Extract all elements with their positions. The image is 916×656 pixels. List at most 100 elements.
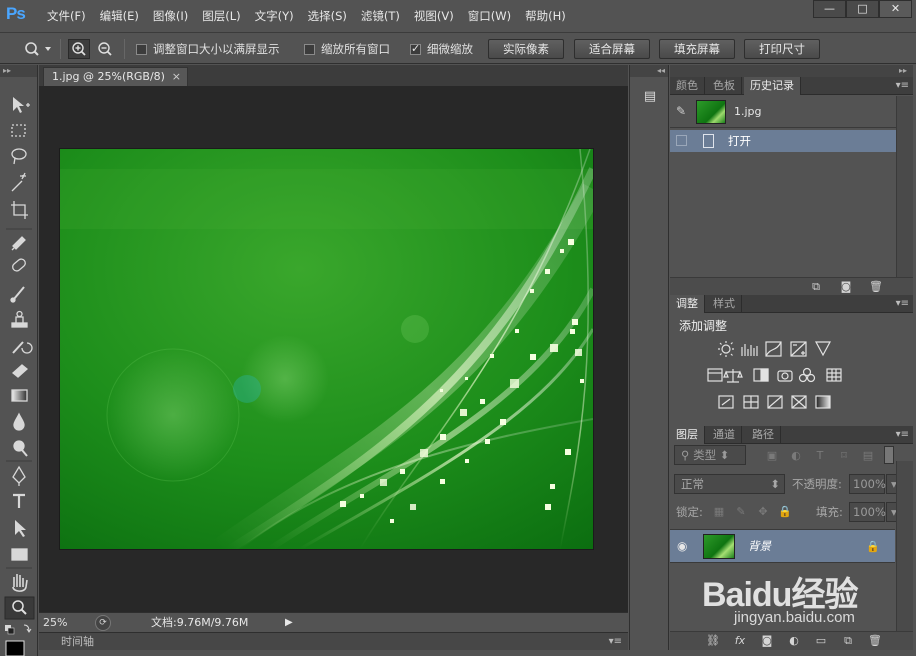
checkbox-box[interactable] [136,43,147,55]
filter-type-icon[interactable]: T [813,449,827,463]
lasso-tool[interactable] [5,146,33,170]
tab-swatches[interactable]: 色板 [707,77,742,95]
new-group-icon[interactable]: ▭ [813,633,829,649]
checkbox-box-checked[interactable] [410,42,421,55]
history-snapshot[interactable]: ✎ 1.jpg [670,96,896,128]
panel-menu-icon[interactable]: ▾≡ [896,77,909,95]
gradient-tool[interactable] [5,384,33,408]
history-scrollbar[interactable] [896,96,913,278]
checkbox-box[interactable] [304,43,315,55]
tool-preset-picker[interactable] [22,39,54,59]
panel-menu-icon[interactable]: ▾≡ [896,295,909,313]
rectangle-tool[interactable] [5,543,33,567]
minimize-button[interactable]: — [813,0,846,18]
new-adjustment-layer-icon[interactable]: ◐ [786,633,802,649]
menu-select[interactable]: 选择(S) [301,0,354,32]
delete-state-icon[interactable]: 🗑 [868,279,884,295]
filter-pixel-icon[interactable]: ▣ [765,449,779,463]
clone-stamp-tool[interactable] [5,311,33,335]
history-step-open[interactable]: 打开 [670,130,896,152]
magic-wand-tool[interactable] [5,173,33,197]
lock-transparent-icon[interactable]: ▦ [712,505,726,519]
scrubby-zoom-checkbox[interactable]: 细微缩放 [410,41,473,57]
zoom-in-mode-button[interactable] [68,39,90,59]
new-layer-icon[interactable]: ⧉ [840,633,856,649]
filter-toggle-switch[interactable] [884,446,894,464]
filter-smart-object-icon[interactable]: ▤ [861,449,875,463]
filter-shape-icon[interactable]: ⌑ [837,449,851,463]
zoom-tool[interactable] [5,597,33,621]
dodge-tool[interactable] [5,436,33,460]
eyedropper-tool[interactable] [5,234,33,258]
lock-position-icon[interactable]: ✥ [756,505,770,519]
layers-footer: ⛓ fx ◙ ◐ ▭ ⧉ 🗑 [670,631,913,650]
document-tab[interactable]: 1.jpg @ 25%(RGB/8) × [43,67,188,86]
history-brush-source-icon[interactable]: ✎ [676,104,686,118]
menu-layer[interactable]: 图层(L) [195,0,247,32]
layers-scrollbar[interactable] [896,461,913,631]
new-snapshot-icon[interactable]: ◙ [838,279,854,295]
layer-name[interactable]: 背景 [748,530,771,563]
panel-dock-handle[interactable]: ▸▸ [670,65,913,77]
type-tool[interactable] [5,490,33,514]
crop-tool[interactable] [5,199,33,223]
link-layers-icon[interactable]: ⛓ [705,633,721,649]
menu-image[interactable]: 图像(I) [146,0,195,32]
actual-pixels-button[interactable]: 实际像素 [488,39,564,59]
menu-view[interactable]: 视图(V) [407,0,461,32]
pen-tool[interactable] [5,466,33,490]
menu-edit[interactable]: 编辑(E) [93,0,146,32]
menu-file[interactable]: 文件(F) [40,0,93,32]
add-mask-icon[interactable]: ◙ [759,633,775,649]
channel-mixer-icon [798,367,816,383]
zoom-level-field[interactable]: 25% [43,615,89,631]
history-brush-tool[interactable] [5,338,33,362]
zoom-out-mode-button[interactable] [94,39,116,59]
timeline-tab[interactable]: 时间轴 [61,633,94,651]
healing-brush-tool[interactable] [5,259,33,283]
opacity-input[interactable]: 100% [849,474,886,494]
new-document-from-state-icon[interactable]: ⧉ [808,279,824,295]
close-tab-icon[interactable]: × [172,68,181,86]
menu-help[interactable]: 帮助(H) [518,0,573,32]
fill-input[interactable]: 100% [849,502,886,522]
menu-type[interactable]: 文字(Y) [248,0,301,32]
canvas-area[interactable] [39,86,628,612]
panel-dock-icon[interactable]: ▤ [640,89,660,109]
status-menu-arrow-icon[interactable]: ▶ [285,615,297,631]
layer-row-background[interactable]: ◉ 背景 🔒 [670,529,895,563]
zoom-all-windows-checkbox[interactable]: 缩放所有窗口 [304,41,390,57]
maximize-button[interactable]: □ [846,0,879,18]
brush-tool[interactable] [5,285,33,309]
menu-window[interactable]: 窗口(W) [461,0,518,32]
filter-adjustment-icon[interactable]: ◐ [789,449,803,463]
visibility-eye-icon[interactable]: ◉ [677,539,687,553]
lock-all-icon[interactable]: 🔒 [778,505,792,519]
tab-styles[interactable]: 样式 [707,295,742,313]
path-selection-tool[interactable] [5,517,33,541]
blend-mode-select[interactable]: 正常 ⬍ [674,474,785,494]
status-info-icon[interactable]: ⟳ [95,615,111,631]
tab-adjustments[interactable]: 调整 [670,295,705,313]
document-image[interactable] [60,149,593,549]
menu-filter[interactable]: 滤镜(T) [354,0,407,32]
tab-history[interactable]: 历史记录 [744,77,801,95]
resize-windows-checkbox[interactable]: 调整窗口大小以满屏显示 [136,41,280,57]
delete-layer-icon[interactable]: 🗑 [867,633,883,649]
fit-screen-button[interactable]: 适合屏幕 [574,39,650,59]
lock-image-icon[interactable]: ✎ [734,505,748,519]
marquee-tool[interactable] [5,120,33,144]
tab-color[interactable]: 颜色 [670,77,705,95]
close-button[interactable]: ✕ [879,0,912,18]
history-brush-source-box[interactable] [676,135,687,146]
print-size-button[interactable]: 打印尺寸 [744,39,820,59]
move-tool[interactable] [5,94,33,118]
layer-filter-kind-select[interactable]: ⚲ 类型 ⬍ [674,445,746,465]
fill-screen-button[interactable]: 填充屏幕 [659,39,735,59]
dock-collapse-handle[interactable]: ◂◂ [630,65,668,77]
panel-menu-icon[interactable]: ▾≡ [609,633,622,651]
layer-style-fx-icon[interactable]: fx [732,633,748,649]
dropdown-arrow-icon: ⬍ [770,477,780,491]
hand-tool[interactable] [5,571,33,595]
blur-tool[interactable] [5,411,33,435]
